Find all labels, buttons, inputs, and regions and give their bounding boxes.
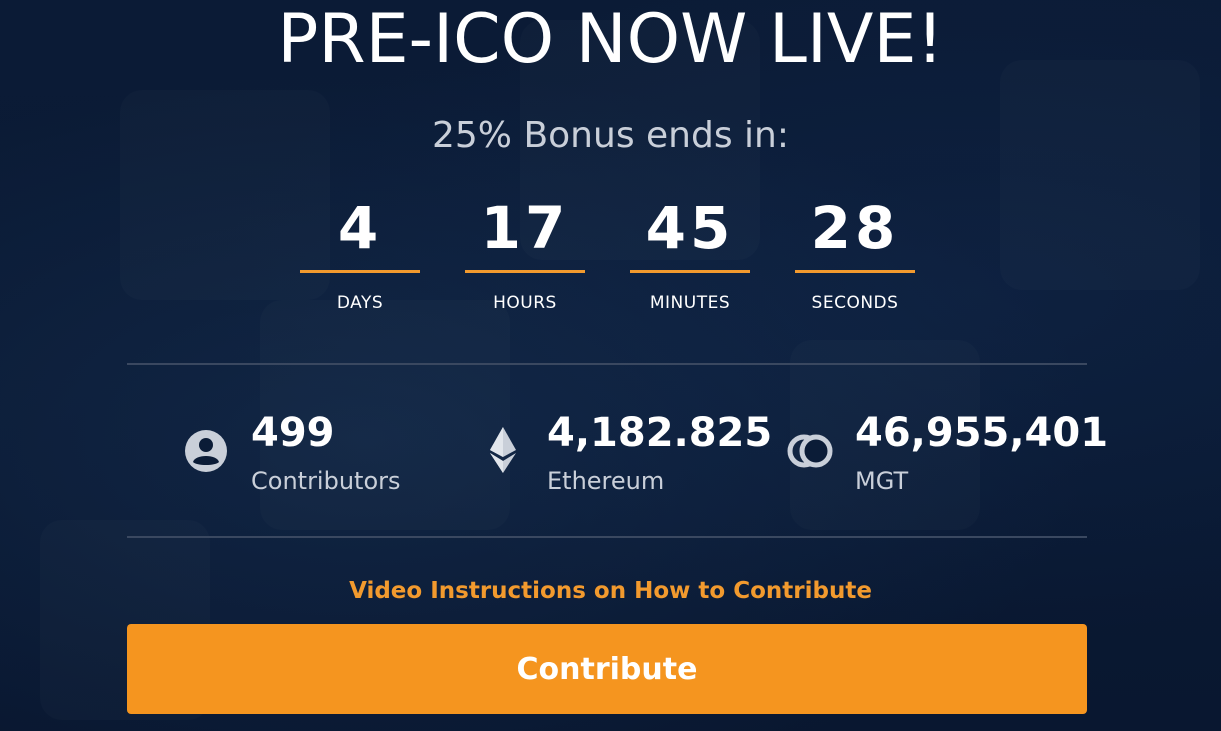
countdown-minutes-label: MINUTES: [649, 293, 731, 313]
countdown-days-label: DAYS: [336, 293, 384, 313]
countdown-hours: 17 HOURS: [465, 190, 585, 313]
countdown-seconds-label: SECONDS: [811, 293, 899, 313]
pre-ico-panel: PRE-ICO NOW LIVE! 25% Bonus ends in: 4 D…: [0, 0, 1221, 731]
countdown-timer: 4 DAYS 17 HOURS 45 MINUTES 28 SECONDS: [300, 190, 920, 320]
divider-top: [127, 363, 1087, 365]
countdown-minutes-value: 45: [630, 190, 750, 273]
countdown-hours-label: HOURS: [493, 293, 557, 313]
mgt-label: MGT: [855, 467, 909, 495]
stat-mgt: 46,955,401 MGT: [782, 405, 1108, 505]
contributors-label: Contributors: [251, 467, 401, 495]
stat-ethereum: 4,182.825 Ethereum: [480, 405, 773, 505]
contributors-count: 499: [251, 410, 335, 456]
page-title: PRE-ICO NOW LIVE!: [277, 0, 944, 79]
ethereum-amount: 4,182.825: [547, 410, 773, 456]
countdown-seconds: 28 SECONDS: [795, 190, 915, 313]
ethereum-label: Ethereum: [547, 467, 665, 495]
mgt-coin-icon: [784, 427, 836, 475]
countdown-hours-value: 17: [465, 190, 585, 273]
ethereum-icon: [483, 425, 531, 473]
divider-bottom: [127, 536, 1087, 538]
contribute-button[interactable]: Contribute: [127, 624, 1087, 714]
countdown-days-value: 4: [300, 190, 420, 273]
user-icon: [182, 427, 230, 475]
bonus-subtitle: 25% Bonus ends in:: [432, 115, 789, 156]
stat-contributors: 499 Contributors: [180, 405, 440, 505]
video-instructions-link[interactable]: Video Instructions on How to Contribute: [0, 578, 1221, 604]
countdown-days: 4 DAYS: [300, 190, 420, 313]
countdown-seconds-value: 28: [795, 190, 915, 273]
mgt-amount: 46,955,401: [855, 410, 1109, 456]
countdown-minutes: 45 MINUTES: [630, 190, 750, 313]
